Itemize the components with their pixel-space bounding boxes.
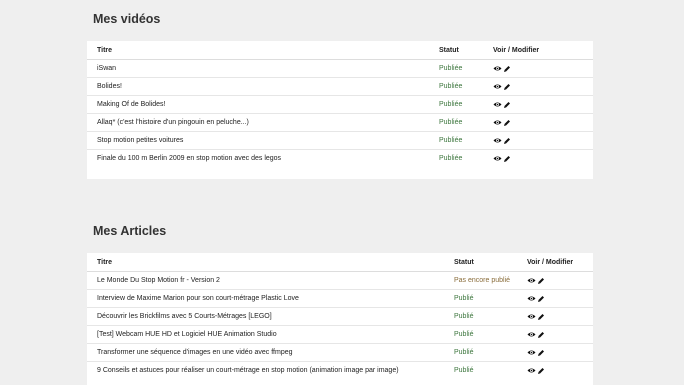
eye-icon[interactable]: [493, 119, 502, 126]
eye-icon[interactable]: [527, 331, 536, 338]
eye-icon[interactable]: [527, 277, 536, 284]
articles-table: Titre Statut Voir / Modifier Le Monde Du…: [87, 253, 593, 379]
video-title: Stop motion petites voitures: [87, 131, 439, 150]
article-title: Interview de Maxime Marion pour son cour…: [87, 289, 454, 308]
status-badge: Pas encore publié: [454, 277, 511, 284]
video-row: Stop motion petites voitures Publiée: [87, 131, 593, 150]
pencil-icon[interactable]: [503, 65, 511, 73]
eye-icon[interactable]: [527, 349, 536, 356]
status-badge: Publiée: [439, 131, 493, 150]
article-row: 9 Conseils et astuces pour réaliser un c…: [87, 361, 593, 379]
pencil-icon[interactable]: [537, 349, 545, 357]
row-actions: [527, 325, 593, 344]
row-actions: [527, 307, 593, 326]
video-row: Making Of de Bolides! Publiée: [87, 95, 593, 114]
articles-heading: Mes Articles: [93, 224, 167, 238]
pencil-icon[interactable]: [537, 277, 545, 285]
status-badge: Publiée: [439, 113, 493, 132]
col-status: Statut: [439, 41, 493, 60]
articles-panel: Titre Statut Voir / Modifier Le Monde Du…: [87, 253, 593, 385]
eye-icon[interactable]: [493, 101, 502, 108]
eye-icon[interactable]: [493, 65, 502, 72]
col-title: Titre: [87, 41, 439, 60]
articles-header-row: Titre Statut Voir / Modifier: [87, 253, 593, 272]
pencil-icon[interactable]: [503, 101, 511, 109]
col-title: Titre: [87, 253, 454, 272]
pencil-icon[interactable]: [537, 295, 545, 303]
eye-icon[interactable]: [527, 313, 536, 320]
status-badge: Publié: [454, 343, 527, 362]
row-actions: [493, 60, 593, 78]
pencil-icon[interactable]: [503, 83, 511, 91]
status-badge: Publiée: [439, 65, 463, 72]
pencil-icon[interactable]: [503, 155, 511, 163]
videos-panel: Titre Statut Voir / Modifier iSwan Publié…: [87, 41, 593, 179]
article-row: Découvrir les Brickfilms avec 5 Courts-M…: [87, 307, 593, 326]
row-actions: [493, 95, 593, 114]
pencil-icon[interactable]: [537, 367, 545, 375]
article-row: [Test] Webcam HUE HD et Logiciel HUE Ani…: [87, 325, 593, 344]
article-title: Découvrir les Brickfilms avec 5 Courts-M…: [87, 307, 454, 326]
video-title: Allaq* (c'est l'histoire d'un pingouin e…: [87, 113, 439, 132]
eye-icon[interactable]: [493, 155, 502, 162]
article-title: 9 Conseils et astuces pour réaliser un c…: [87, 361, 454, 379]
row-actions: [527, 272, 593, 290]
status-badge: Publié: [454, 289, 527, 308]
eye-icon[interactable]: [493, 137, 502, 144]
pencil-icon[interactable]: [537, 331, 545, 339]
video-title: iSwan: [97, 65, 117, 72]
article-row: Interview de Maxime Marion pour son cour…: [87, 289, 593, 308]
article-title: Transformer une séquence d'images en une…: [87, 343, 454, 362]
video-title: Making Of de Bolides!: [87, 95, 439, 114]
status-badge: Publiée: [439, 77, 493, 96]
eye-icon[interactable]: [527, 295, 536, 302]
status-badge: Publié: [454, 325, 527, 344]
status-badge: Publié: [454, 361, 527, 379]
article-title: Le Monde Du Stop Motion fr - Version 2: [97, 277, 220, 284]
pencil-icon[interactable]: [503, 119, 511, 127]
status-badge: Publié: [454, 307, 527, 326]
row-actions: [527, 343, 593, 362]
article-row: Transformer une séquence d'images en une…: [87, 343, 593, 362]
row-actions: [527, 289, 593, 308]
video-row: iSwan Publiée: [87, 60, 593, 78]
video-title: Finale du 100 m Berlin 2009 en stop moti…: [87, 149, 439, 167]
row-actions: [527, 361, 593, 379]
row-actions: [493, 113, 593, 132]
video-row: Allaq* (c'est l'histoire d'un pingouin e…: [87, 113, 593, 132]
status-badge: Publiée: [439, 95, 493, 114]
article-row: Le Monde Du Stop Motion fr - Version 2 Pa…: [87, 272, 593, 290]
videos-table: Titre Statut Voir / Modifier iSwan Publié…: [87, 41, 593, 167]
eye-icon[interactable]: [493, 83, 502, 90]
pencil-icon[interactable]: [503, 137, 511, 145]
videos-header-row: Titre Statut Voir / Modifier: [87, 41, 593, 60]
col-actions: Voir / Modifier: [527, 253, 593, 272]
video-row: Bolides! Publiée: [87, 77, 593, 96]
row-actions: [493, 149, 593, 167]
row-actions: [493, 77, 593, 96]
article-title: [Test] Webcam HUE HD et Logiciel HUE Ani…: [87, 325, 454, 344]
videos-heading: Mes vidéos: [93, 12, 161, 26]
video-title: Bolides!: [87, 77, 439, 96]
video-row: Finale du 100 m Berlin 2009 en stop moti…: [87, 149, 593, 167]
col-actions: Voir / Modifier: [493, 41, 593, 60]
status-badge: Publiée: [439, 149, 493, 167]
eye-icon[interactable]: [527, 367, 536, 374]
col-status: Statut: [454, 253, 527, 272]
row-actions: [493, 131, 593, 150]
pencil-icon[interactable]: [537, 313, 545, 321]
